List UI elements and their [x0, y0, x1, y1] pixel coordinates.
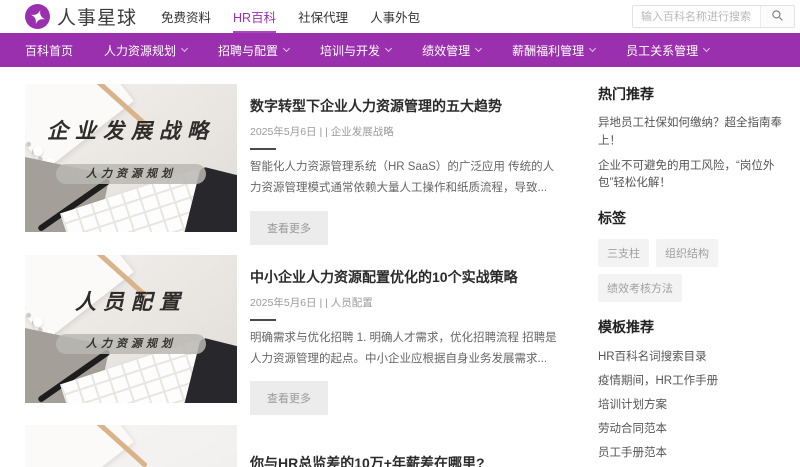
menu-item-label: 招聘与配置: [218, 42, 278, 59]
logo-text: 人事星球: [57, 3, 137, 30]
star-logo-icon: [25, 4, 50, 29]
menu-item-wiki-home[interactable]: 百科首页: [25, 42, 73, 59]
search-box: [632, 5, 795, 28]
wiki-category-menu: 百科首页 人力资源规划 招聘与配置 培训与开发 绩效管理 薪酬福利管理 员工关系…: [0, 33, 800, 67]
primary-nav: 免费资料 HR百科 社保代理 人事外包: [161, 0, 420, 33]
tag-list: 三支柱 组织结构 绩效考核方法: [598, 239, 795, 302]
menu-item-label: 员工关系管理: [626, 42, 698, 59]
template-recommendations-section: 模板推荐 HR百科名词搜索目录 疫情期间，HR工作手册 培训计划方案 劳动合同范…: [598, 317, 795, 467]
notebook-decoration: [25, 425, 134, 467]
thumbnail-badge: 人力资源规划: [56, 164, 206, 184]
section-title: 热门推荐: [598, 84, 795, 104]
article-meta: 2025年5月6日 | | 企业发展战略: [250, 124, 565, 139]
article-list: 企业发展战略 人力资源规划 数字转型下企业人力资源管理的五大趋势 2025年5月…: [25, 84, 565, 467]
search-input[interactable]: [633, 6, 760, 27]
article-thumbnail[interactable]: 企业发展战略 人力资源规划: [25, 84, 237, 232]
tag-pill[interactable]: 组织结构: [656, 239, 718, 267]
earbud-decoration: [33, 317, 43, 327]
search-button[interactable]: [760, 6, 794, 27]
hot-recommendations-section: 热门推荐 异地员工社保如何缴纳？超全指南奉上！ 企业不可避免的用工风险，“岗位外…: [598, 84, 795, 193]
tag-pill[interactable]: 三支柱: [598, 239, 649, 267]
article-card: 人员配置 人力资源规划 中小企业人力资源配置优化的10个实战策略 2025年5月…: [25, 255, 565, 416]
article-body: 中小企业人力资源配置优化的10个实战策略 2025年5月6日 | | 人员配置 …: [250, 255, 565, 416]
sidebar: 热门推荐 异地员工社保如何缴纳？超全指南奉上！ 企业不可避免的用工风险，“岗位外…: [598, 84, 795, 467]
chevron-down-icon: [589, 45, 596, 52]
template-link[interactable]: 劳动合同范本: [598, 420, 795, 436]
thumbnail-badge: 人力资源规划: [56, 334, 206, 354]
article-meta: 2025年5月6日 | | 人员配置: [250, 295, 565, 310]
menu-item-compensation[interactable]: 薪酬福利管理: [512, 42, 595, 59]
page-content: 企业发展战略 人力资源规划 数字转型下企业人力资源管理的五大趋势 2025年5月…: [0, 67, 800, 467]
menu-item-label: 百科首页: [25, 42, 73, 59]
divider: [250, 319, 276, 321]
chevron-down-icon: [181, 45, 188, 52]
nav-item-social-insurance[interactable]: 社保代理: [298, 0, 348, 33]
article-excerpt: 智能化人力资源管理系统（HR SaaS）的广泛应用 传统的人力资源管理模式通常依…: [250, 157, 565, 200]
thumbnail-title: 人员配置: [25, 286, 237, 316]
read-more-button[interactable]: 查看更多: [250, 211, 328, 245]
template-link[interactable]: 疫情期间，HR工作手册: [598, 372, 795, 388]
article-thumbnail[interactable]: 人员配置 人力资源规划: [25, 255, 237, 403]
nav-item-hr-wiki[interactable]: HR百科: [233, 0, 276, 33]
menu-item-label: 薪酬福利管理: [512, 42, 584, 59]
menu-item-recruiting[interactable]: 招聘与配置: [218, 42, 289, 59]
hot-article-link[interactable]: 企业不可避免的用工风险，“岗位外包”轻松化解！: [598, 158, 795, 194]
template-link[interactable]: HR百科名词搜索目录: [598, 348, 795, 364]
menu-item-label: 人力资源规划: [104, 42, 176, 59]
chevron-down-icon: [475, 45, 482, 52]
read-more-button[interactable]: 查看更多: [250, 381, 328, 415]
tag-pill[interactable]: 绩效考核方法: [598, 274, 682, 302]
menu-item-training[interactable]: 培训与开发: [320, 42, 391, 59]
tags-section: 标签 三支柱 组织结构 绩效考核方法: [598, 208, 795, 302]
article-body: 你与HR总监差的10万+年薪差在哪里? 2021年7月28日 | 小星星 | 人…: [250, 425, 565, 467]
menu-item-label: 培训与开发: [320, 42, 380, 59]
chevron-down-icon: [703, 45, 710, 52]
menu-item-hr-planning[interactable]: 人力资源规划: [104, 42, 187, 59]
earbud-decoration: [33, 146, 43, 156]
article-body: 数字转型下企业人力资源管理的五大趋势 2025年5月6日 | | 企业发展战略 …: [250, 84, 565, 245]
article-title[interactable]: 中小企业人力资源配置优化的10个实战策略: [250, 267, 565, 287]
menu-item-performance[interactable]: 绩效管理: [422, 42, 481, 59]
article-thumbnail[interactable]: HR小助手: [25, 425, 237, 467]
article-title[interactable]: 数字转型下企业人力资源管理的五大趋势: [250, 96, 565, 116]
hot-article-link[interactable]: 异地员工社保如何缴纳？超全指南奉上！: [598, 115, 795, 151]
section-title: 标签: [598, 208, 795, 228]
section-title: 模板推荐: [598, 317, 795, 337]
menu-item-label: 绩效管理: [422, 42, 470, 59]
thumbnail-title: 企业发展战略: [25, 115, 237, 145]
nav-item-free-resources[interactable]: 免费资料: [161, 0, 211, 33]
chevron-down-icon: [385, 45, 392, 52]
article-card: 企业发展战略 人力资源规划 数字转型下企业人力资源管理的五大趋势 2025年5月…: [25, 84, 565, 245]
article-excerpt: 明确需求与优化招聘 1. 明确人才需求，优化招聘流程 招聘是人力资源管理的起点。…: [250, 328, 565, 371]
nav-item-hr-outsourcing[interactable]: 人事外包: [370, 0, 420, 33]
search-icon: [771, 9, 784, 25]
menu-item-employee-relations[interactable]: 员工关系管理: [626, 42, 709, 59]
article-title[interactable]: 你与HR总监差的10万+年薪差在哪里?: [250, 453, 565, 467]
template-link[interactable]: 员工手册范本: [598, 444, 795, 460]
template-link[interactable]: 培训计划方案: [598, 396, 795, 412]
site-logo[interactable]: 人事星球: [25, 3, 137, 30]
site-header: 人事星球 免费资料 HR百科 社保代理 人事外包: [0, 0, 800, 33]
divider: [250, 148, 276, 150]
article-card: HR小助手 你与HR总监差的10万+年薪差在哪里? 2021年7月28日 | 小…: [25, 425, 565, 467]
chevron-down-icon: [283, 45, 290, 52]
thumbnail-title: HR小助手: [25, 463, 237, 467]
